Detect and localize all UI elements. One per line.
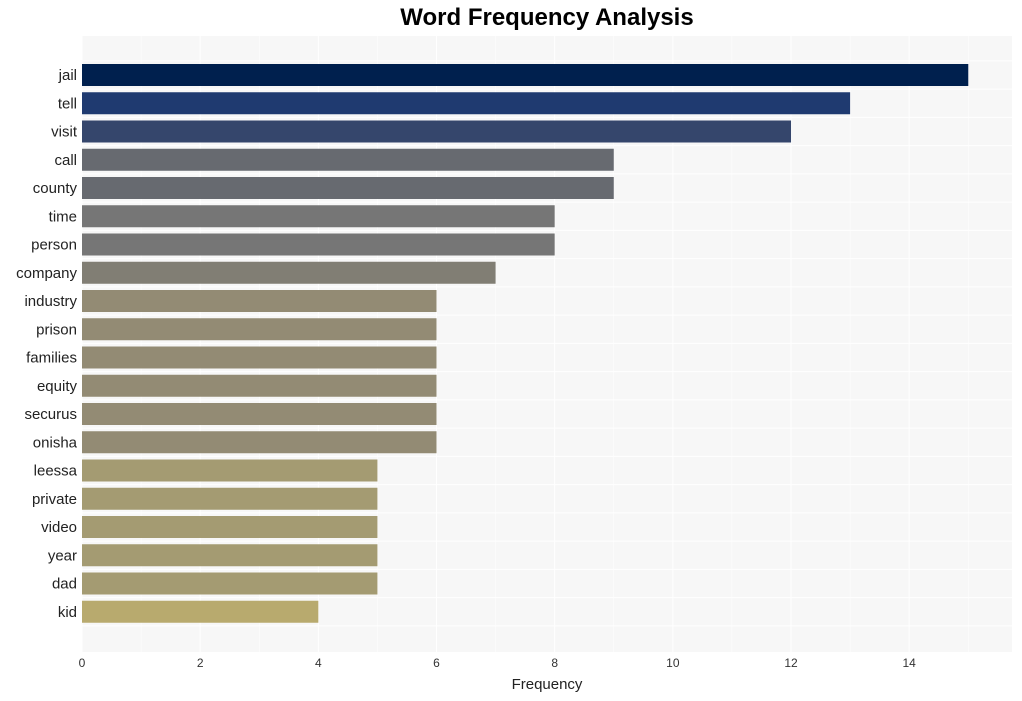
x-axis-title: Frequency [512, 676, 583, 693]
x-tick-labels: 0 2 4 6 8 10 12 14 [79, 656, 917, 670]
x-tick-label: 12 [784, 656, 798, 670]
bar-onisha [82, 431, 437, 454]
category-label: private [32, 491, 77, 508]
bar-industry [82, 290, 437, 312]
category-label: onisha [33, 434, 78, 451]
bar-year [82, 544, 378, 567]
x-tick-label: 6 [433, 656, 440, 670]
category-label: year [48, 547, 77, 564]
category-label: call [54, 152, 77, 169]
bar-prison [82, 318, 437, 341]
category-label: company [16, 265, 77, 282]
category-label: tell [58, 95, 77, 112]
bar-kid [82, 600, 319, 623]
bar-jail [82, 64, 969, 86]
bar-county [82, 177, 614, 199]
category-label: leessa [34, 463, 78, 480]
x-tick-label: 0 [79, 656, 86, 670]
x-tick-label: 8 [551, 656, 558, 670]
x-tick-label: 10 [666, 656, 680, 670]
bar-securus [82, 403, 437, 425]
category-label: industry [24, 293, 77, 310]
category-label: equity [37, 378, 78, 395]
bar-person [82, 233, 555, 256]
category-label: dad [52, 576, 77, 593]
bar-leessa [82, 459, 378, 482]
category-label: person [31, 237, 77, 254]
bar-private [82, 487, 378, 510]
bar-visit [82, 120, 792, 143]
category-label: kid [58, 604, 77, 621]
x-tick-label: 2 [197, 656, 204, 670]
category-label: prison [36, 321, 77, 338]
bar-dad [82, 572, 378, 595]
bar-families [82, 346, 437, 369]
category-label: time [49, 208, 77, 225]
bar-equity [82, 374, 437, 397]
bar-call [82, 148, 614, 171]
category-label: visit [51, 124, 78, 141]
category-label: video [41, 519, 77, 536]
bar-company [82, 261, 496, 284]
category-labels: jail tell visit call county time person company… [16, 67, 78, 621]
bar-video [82, 516, 378, 538]
x-tick-label: 4 [315, 656, 322, 670]
bar-time [82, 205, 555, 228]
category-label: securus [24, 406, 77, 423]
bar-chart: jail tell visit call county time person company… [16, 36, 1012, 693]
x-tick-label: 14 [903, 656, 917, 670]
category-label: county [33, 180, 78, 197]
category-label: jail [58, 67, 77, 84]
bar-tell [82, 92, 851, 115]
category-label: families [26, 350, 77, 367]
